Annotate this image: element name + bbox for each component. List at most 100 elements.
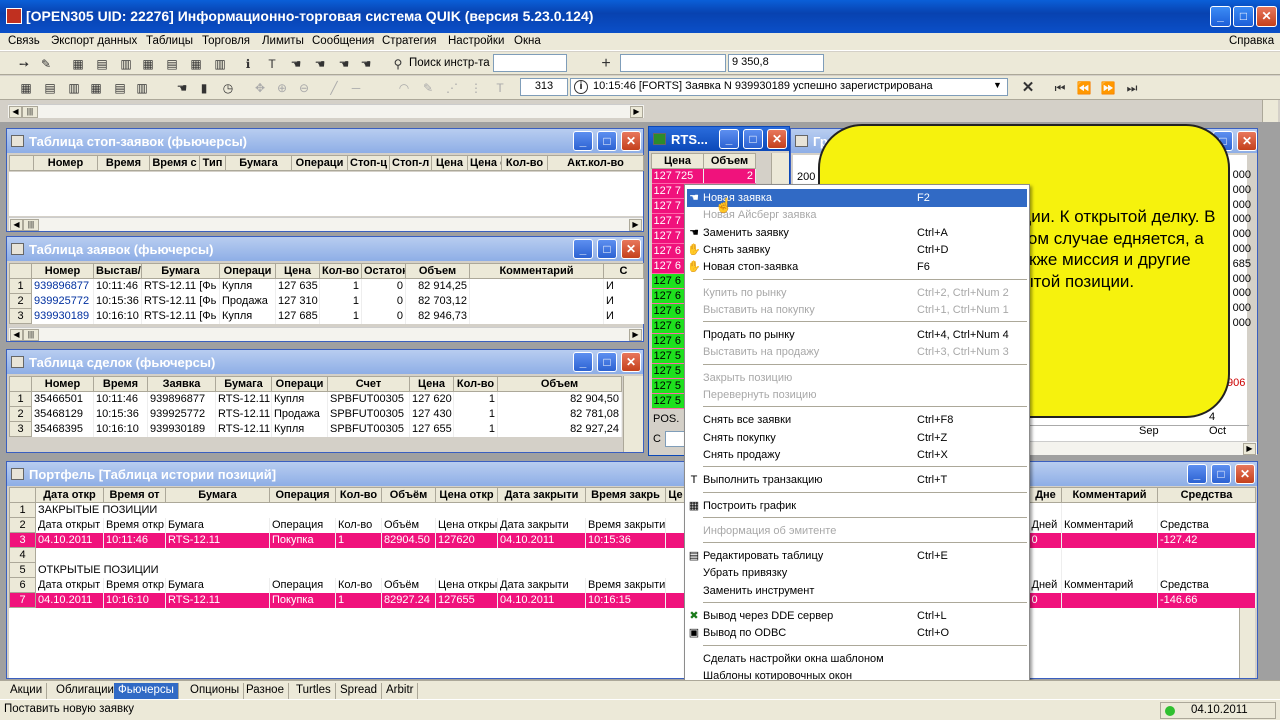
arc-icon[interactable]: ◠ — [396, 80, 412, 96]
column-header[interactable]: Цена откр — [435, 487, 498, 503]
column-header[interactable]: Цена — [275, 263, 320, 279]
zoom-in-icon[interactable]: ⊕ — [274, 80, 290, 96]
pen-icon[interactable]: ✎ — [420, 80, 436, 96]
quote-row[interactable]: 127 725 2 — [651, 168, 756, 184]
column-header[interactable]: Бумага — [165, 487, 270, 503]
workspace-tab[interactable]: Опционы — [186, 683, 245, 699]
menu-settings[interactable]: Настройки — [448, 35, 504, 47]
fan-icon[interactable]: ⋰ — [444, 80, 460, 96]
column-header[interactable]: Бумага — [141, 263, 220, 279]
message-field[interactable]: i 10:15:46 [FORTS] Заявка N 939930189 ус… — [570, 78, 1008, 96]
table-icon[interactable]: ▦ — [70, 56, 86, 72]
context-menu-item[interactable]: Перевернуть позицию — [687, 386, 1027, 404]
context-menu-item[interactable]: T Выполнить транзакцию Ctrl+T — [687, 471, 1027, 489]
window-title-bar[interactable]: Портфель [Таблица истории позиций] _ □ ✕ — [7, 462, 1257, 486]
context-menu-item[interactable]: Убрать привязку — [687, 564, 1027, 582]
minimize-button[interactable]: _ — [1210, 6, 1231, 27]
window-title-bar[interactable]: Таблица стоп-заявок (фьючерсы) _ □ ✕ — [7, 129, 643, 153]
text-icon[interactable]: T — [264, 56, 280, 72]
column-header[interactable]: Бумага — [215, 376, 272, 392]
close-button[interactable]: ✕ — [1237, 131, 1257, 151]
menu-messages[interactable]: Сообщения — [312, 35, 374, 47]
column-header[interactable]: Дата откр — [35, 487, 104, 503]
context-menu-item[interactable]: Снять покупку Ctrl+Z — [687, 429, 1027, 447]
next-icon[interactable]: ⏩ — [1100, 80, 1116, 96]
close-button[interactable]: ✕ — [621, 239, 641, 259]
column-header[interactable] — [9, 487, 36, 503]
column-header[interactable] — [9, 263, 32, 279]
table-row[interactable]: 7 04.10.2011 10:16:10 RTS-12.11 Покупка 1 8292… — [9, 592, 686, 608]
context-menu-item[interactable]: ☚ Новая заявка F2 — [687, 189, 1027, 207]
column-header[interactable]: Время — [97, 155, 150, 171]
close-button[interactable]: ✕ — [1256, 6, 1277, 27]
menu-export[interactable]: Экспорт данных — [51, 35, 137, 47]
column-header[interactable]: Стоп-ц — [347, 155, 390, 171]
column-header[interactable]: Це — [665, 487, 686, 503]
minimize-button[interactable]: _ — [573, 239, 593, 259]
minimize-button[interactable]: _ — [719, 129, 739, 149]
zoom-out-icon[interactable]: ⊖ — [296, 80, 312, 96]
column-header[interactable]: Номер — [31, 376, 94, 392]
column-header[interactable]: Цена — [431, 155, 468, 171]
column-header[interactable]: Цена — [409, 376, 454, 392]
scroll-left-icon[interactable]: ◀ — [10, 219, 23, 231]
context-menu-item[interactable]: Заменить инструмент — [687, 582, 1027, 600]
column-header[interactable]: Акт.кол-во — [547, 155, 644, 171]
menu-strategy[interactable]: Стратегия — [382, 35, 437, 47]
clock-icon[interactable]: ◷ — [220, 80, 236, 96]
column-header[interactable]: Кол-во — [319, 263, 362, 279]
dropdown-icon[interactable]: ▼ — [993, 80, 1002, 90]
column-header[interactable]: Объем — [703, 153, 756, 169]
scroll-right-icon[interactable]: ▶ — [629, 219, 642, 231]
line-icon[interactable]: ╱ — [326, 80, 342, 96]
table-icon[interactable]: ▦ — [140, 56, 156, 72]
column-header[interactable]: Средства — [1157, 487, 1256, 503]
context-menu-item[interactable]: Купить по рынку Ctrl+2, Ctrl+Num 2 — [687, 284, 1027, 302]
context-menu-item[interactable]: ▦ Построить график — [687, 497, 1027, 515]
prev-icon[interactable]: ⏪ — [1076, 80, 1092, 96]
table-row[interactable]: 5 ОТКРЫТЫЕ ПОЗИЦИИ — [9, 562, 686, 578]
scroll-left-icon[interactable]: ◀ — [9, 106, 22, 118]
workspace-tab[interactable]: Разное — [242, 683, 289, 699]
window-title-bar[interactable]: Таблица заявок (фьючерсы) _ □ ✕ — [7, 237, 643, 261]
menu-help[interactable]: Справка — [1229, 35, 1274, 47]
scroll-right-icon[interactable]: ▶ — [629, 329, 642, 341]
context-menu-item[interactable]: Информация об эмитенте — [687, 522, 1027, 540]
maximize-button[interactable]: □ — [597, 131, 617, 151]
context-menu-item[interactable]: ▣ Вывод по ODBC Ctrl+O — [687, 624, 1027, 642]
context-menu-item[interactable]: Сделать настройки окна шаблоном — [687, 650, 1027, 668]
text-icon[interactable]: T — [492, 80, 508, 96]
column-header[interactable]: Объем — [405, 263, 470, 279]
context-menu-item[interactable]: Продать по рынку Ctrl+4, Ctrl+Num 4 — [687, 326, 1027, 344]
menu-connection[interactable]: Связь — [8, 35, 40, 47]
column-header[interactable] — [9, 376, 32, 392]
column-header[interactable]: С — [603, 263, 644, 279]
hline-icon[interactable]: ─ — [348, 80, 364, 96]
minimize-button[interactable]: _ — [573, 352, 593, 372]
info-icon[interactable]: ℹ — [240, 56, 256, 72]
column-header[interactable]: Операци — [291, 155, 348, 171]
table-icon[interactable]: ▥ — [66, 80, 82, 96]
table-row[interactable]: 3 04.10.2011 10:11:46 RTS-12.11 Покупка 1 8290… — [9, 532, 686, 548]
table-row[interactable] — [1029, 547, 1256, 563]
horizontal-scrollbar[interactable]: ◀ ||| ▶ — [8, 104, 644, 118]
menu-limits[interactable]: Лимиты — [262, 35, 304, 47]
menu-tables[interactable]: Таблицы — [146, 35, 193, 47]
table-icon[interactable]: ▦ — [188, 56, 204, 72]
scroll-right-icon[interactable]: ▶ — [1243, 443, 1256, 455]
window-title-bar[interactable]: Таблица сделок (фьючерсы) _ □ ✕ — [7, 350, 643, 374]
column-header[interactable]: Выстав/ — [93, 263, 142, 279]
table-row[interactable] — [1029, 562, 1256, 578]
scroll-thumb[interactable]: ||| — [23, 329, 39, 341]
column-header[interactable]: Счет — [327, 376, 410, 392]
table-row[interactable]: 3 35468395 10:16:10 939930189 RTS-12.11 Купля… — [9, 421, 622, 437]
minimize-button[interactable]: _ — [1187, 464, 1207, 484]
value-field[interactable]: 9 350,8 — [728, 54, 824, 72]
disconnect-icon[interactable]: ✎ — [38, 56, 54, 72]
context-menu-item[interactable]: Снять продажу Ctrl+X — [687, 446, 1027, 464]
context-menu-item[interactable]: Выставить на продажу Ctrl+3, Ctrl+Num 3 — [687, 343, 1027, 361]
column-header[interactable]: Заявка — [147, 376, 216, 392]
search-icon[interactable]: ⚲ — [390, 56, 406, 72]
column-header[interactable]: Операция — [269, 487, 336, 503]
vertical-scrollbar[interactable] — [623, 376, 643, 452]
